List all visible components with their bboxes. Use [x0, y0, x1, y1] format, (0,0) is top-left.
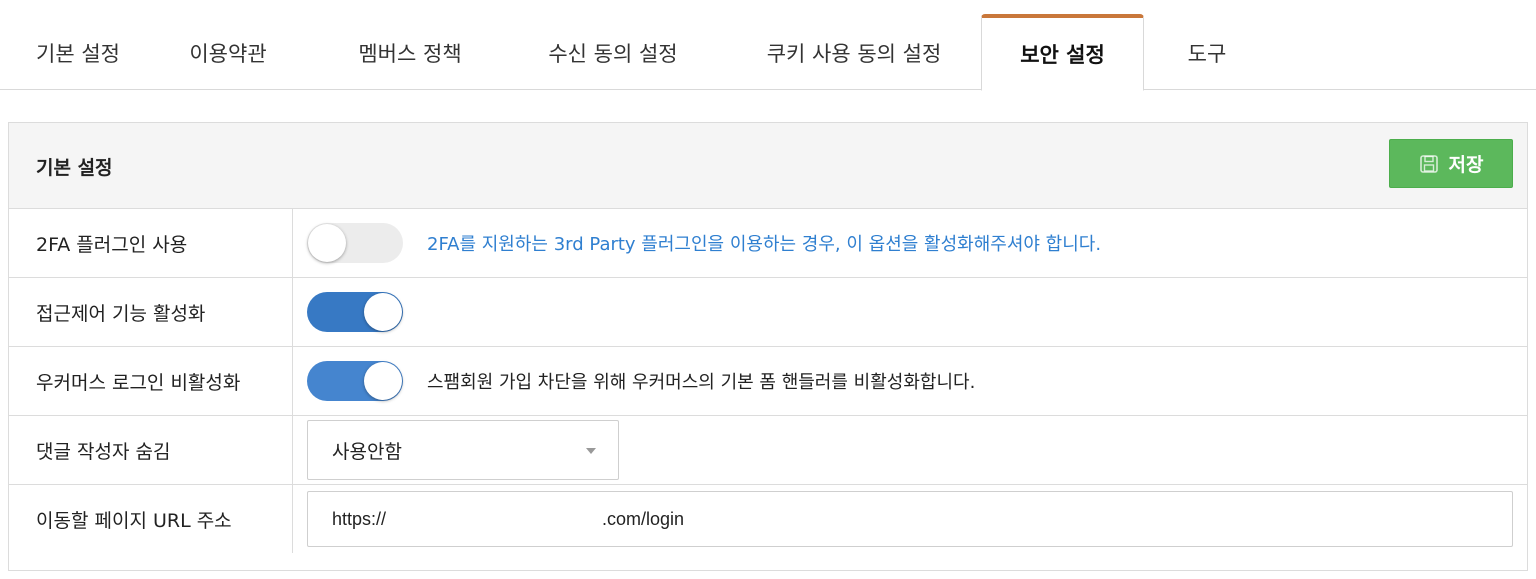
setting-control-2fa: 2FA를 지원하는 3rd Party 플러그인을 이용하는 경우, 이 옵션을… [294, 209, 1527, 277]
panel-header: 기본 설정 저장 [9, 123, 1527, 209]
caret-down-icon [586, 448, 596, 454]
setting-description-2fa: 2FA를 지원하는 3rd Party 플러그인을 이용하는 경우, 이 옵션을… [427, 234, 1102, 255]
setting-row-hide-author: 댓글 작성자 숨김 사용안함 [9, 416, 1527, 485]
setting-control-access-control [294, 278, 1527, 346]
select-value: 사용안함 [332, 440, 402, 463]
tab-cookie-consent[interactable]: 쿠키 사용 동의 설정 [738, 14, 970, 91]
setting-row-woo-login: 우커머스 로그인 비활성화 스팸회원 가입 차단을 위해 우커머스의 기본 폼 … [9, 347, 1527, 416]
setting-control-hide-author: 사용안함 [294, 416, 1527, 484]
settings-tabs: 기본 설정 이용약관 멤버스 정책 수신 동의 설정 쿠키 사용 동의 설정 보… [0, 0, 1536, 91]
tab-members-policy[interactable]: 멤버스 정책 [328, 14, 492, 91]
setting-label-woo-login: 우커머스 로그인 비활성화 [9, 347, 293, 415]
save-button[interactable]: 저장 [1389, 139, 1513, 188]
save-button-label: 저장 [1448, 154, 1484, 176]
url-suffix: .com/login [602, 508, 685, 529]
toggle-knob [364, 293, 402, 331]
tab-basic-settings[interactable]: 기본 설정 [14, 14, 142, 91]
toggle-knob [364, 362, 402, 400]
toggle-2fa-plugin[interactable] [307, 223, 403, 263]
setting-description-woo-login: 스팸회원 가입 차단을 위해 우커머스의 기본 폼 핸들러를 비활성화합니다. [427, 372, 976, 393]
setting-control-redirect-url: https:// .com/login [294, 485, 1527, 553]
floppy-disk-icon [1419, 154, 1439, 174]
toggle-access-control[interactable] [307, 292, 403, 332]
tab-security-settings[interactable]: 보안 설정 [981, 14, 1144, 91]
tab-consent-settings[interactable]: 수신 동의 설정 [523, 14, 703, 91]
toggle-knob [308, 224, 346, 262]
setting-label-redirect-url: 이동할 페이지 URL 주소 [9, 485, 293, 553]
setting-control-woo-login: 스팸회원 가입 차단을 위해 우커머스의 기본 폼 핸들러를 비활성화합니다. [294, 347, 1527, 415]
panel-title: 기본 설정 [36, 157, 113, 179]
url-prefix: https:// [332, 508, 387, 529]
security-settings-panel: 기본 설정 저장 2FA 플러그인 사용 2FA를 지원하는 3rd Party… [8, 122, 1528, 571]
setting-row-access-control: 접근제어 기능 활성화 [9, 278, 1527, 347]
setting-label-access-control: 접근제어 기능 활성화 [9, 278, 293, 346]
hide-author-select[interactable]: 사용안함 [307, 420, 619, 480]
setting-label-hide-author: 댓글 작성자 숨김 [9, 416, 293, 484]
tab-tools[interactable]: 도구 [1166, 14, 1248, 91]
redirect-url-input[interactable]: https:// .com/login [307, 491, 1513, 547]
tab-terms[interactable]: 이용약관 [164, 14, 292, 91]
setting-row-redirect-url: 이동할 페이지 URL 주소 https:// .com/login [9, 485, 1527, 553]
toggle-woo-login-disable[interactable] [307, 361, 403, 401]
setting-label-2fa: 2FA 플러그인 사용 [9, 209, 293, 277]
setting-row-2fa: 2FA 플러그인 사용 2FA를 지원하는 3rd Party 플러그인을 이용… [9, 209, 1527, 278]
